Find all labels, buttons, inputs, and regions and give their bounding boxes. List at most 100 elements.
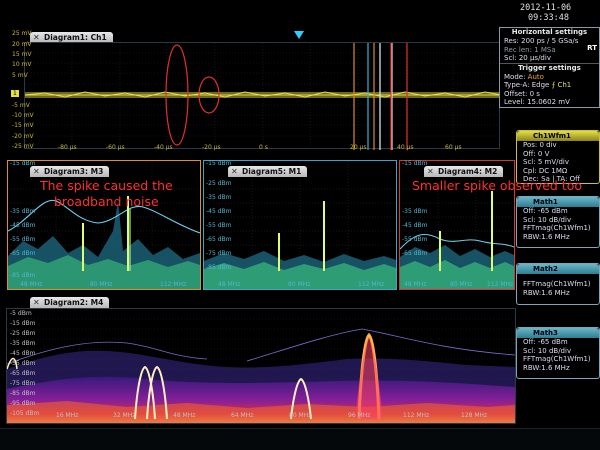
y-tick: -25 mV [12,143,34,150]
y-tick: -75 dBm [206,250,232,257]
math1-row: RBW:1.6 MHz [523,232,570,241]
ch1-row: Off: 0 V [523,149,550,158]
horizontal-row: Rec len: 1 MSa [504,45,556,54]
y-tick: -55 dBm [10,236,36,243]
x-tick: 48 MHz [173,412,196,419]
math2-row: RBW:1.6 MHz [523,288,570,297]
annotation-left: The spike caused the broadband noise [40,178,173,209]
x-tick: -40 µs [154,144,173,151]
edge-rising-icon: ⨍ [551,81,556,89]
trigger-row: Type-A: Edge ⨍ Ch1 [504,81,572,89]
diagram3-title: Diagram3: M3 [44,167,104,176]
x-tick: 128 MHz [461,412,488,419]
x-tick: 48 MHz [218,281,241,288]
math3-row: FFTmag(Ch1Wfm1) [523,355,591,363]
diagram2-tab[interactable]: ✕ Diagram2: M4 [30,297,110,308]
y-tick: -25 dBm [10,330,36,337]
ch1-info-box[interactable]: Ch1Wfm1 Pos: 0 div Off: 0 V Scl: 5 mV/di… [516,130,600,184]
math3-row: RBW:1.6 MHz [523,363,570,372]
y-tick: -85 dBm [10,390,36,397]
y-tick: -45 dBm [206,208,232,215]
math1-info-box[interactable]: Math1 Off: -65 dBm Scl: 10 dB/div FFTmag… [516,196,600,248]
y-tick: -25 dBm [206,180,232,187]
y-tick: 10 mV [12,61,32,68]
trigger-position-marker[interactable] [294,31,304,39]
diagram3-tab[interactable]: ✕ Diagram3: M3 [30,166,110,177]
bottom-status-strip [0,428,600,450]
math3-row: Off: -65 dBm [523,338,568,346]
x-tick: 96 MHz [348,412,371,419]
math3-info-box[interactable]: Math3 Off: -65 dBm Scl: 10 dB/div FFTmag… [516,327,600,379]
diagram2-title: Diagram2: M4 [44,298,104,307]
y-tick: -10 mV [12,112,34,119]
x-tick: 80 MHz [289,412,312,419]
y-tick: -105 dBm [10,410,40,417]
ch1-ground-marker[interactable]: 1 [11,90,19,97]
y-tick: -5 dBm [10,310,32,317]
trigger-row: Level: 15.0602 mV [504,98,570,106]
settings-panel[interactable]: Horizontal settings Res: 200 ps / 5 GSa/… [499,27,600,108]
y-tick: -95 dBm [10,400,36,407]
diagram1-plot[interactable] [24,42,501,150]
y-tick: -35 dBm [206,194,232,201]
diagram1-title: Diagram1: Ch1 [44,33,107,42]
ch1-row: Pos: 0 div [523,141,557,149]
x-tick: 60 µs [445,144,462,151]
y-tick: -85 dBm [206,264,232,271]
x-tick: 32 MHz [113,412,136,419]
y-tick: -15 dBm [10,320,36,327]
x-tick: -80 µs [58,144,77,151]
y-tick: 5 mV [12,72,28,79]
math2-row: FFTmag(Ch1Wfm1) [523,280,591,288]
trigger-settings-title: Trigger settings [500,62,599,73]
x-tick: 64 MHz [231,412,254,419]
close-icon[interactable]: ✕ [33,297,40,308]
y-tick: -65 dBm [206,236,232,243]
diagram2-plot[interactable] [6,308,516,424]
x-tick: 0 s [259,144,268,151]
y-tick: -55 dBm [402,236,428,243]
y-tick: -55 dBm [206,222,232,229]
diagram2-spectrum [7,318,515,423]
x-tick: 48 MHz [20,281,43,288]
close-icon[interactable]: ✕ [33,166,40,177]
diagram5-title: Diagram5: M1 [242,167,302,176]
y-tick: 15 mV [12,51,32,58]
math2-info-box[interactable]: Math2 FFTmag(Ch1Wfm1) RBW:1.6 MHz [516,263,600,305]
x-tick: 112 MHz [487,281,514,288]
y-tick: -45 dBm [10,222,36,229]
horizontal-row: Scl: 20 µs/div [504,54,551,62]
math1-row: Off: -65 dBm [523,207,568,215]
trigger-row: Offset: 0 s [504,89,540,98]
diagram5-plot[interactable] [203,160,397,290]
x-tick: -20 µs [202,144,221,151]
x-tick: 80 MHz [450,281,473,288]
close-icon[interactable]: ✕ [231,166,238,177]
y-tick: -5 mV [12,102,30,109]
x-tick: 80 MHz [90,281,113,288]
close-icon[interactable]: ✕ [427,166,434,177]
x-tick: 80 MHz [288,281,311,288]
y-tick: -15 dBm [402,160,428,167]
diagram5-tab[interactable]: ✕ Diagram5: M1 [228,166,308,177]
annotation-right: Smaller spike observed too [412,178,583,193]
y-tick: -85 dBm [10,272,36,279]
x-tick: 16 MHz [56,412,79,419]
diagram4-tab[interactable]: ✕ Diagram4: M2 [424,166,504,177]
math1-row: FFTmag(Ch1Wfm1) [523,224,591,232]
y-tick: -35 dBm [10,208,36,215]
y-tick: -15 mV [12,122,34,129]
ch1-title: Ch1Wfm1 [517,131,599,141]
y-tick: -55 dBm [10,360,36,367]
x-tick: 20 µs [350,144,367,151]
y-tick: -75 dBm [10,380,36,387]
math2-title: Math2 [517,264,599,274]
x-tick: 112 MHz [403,412,430,419]
y-tick: 25 mV [12,30,32,37]
y-tick: -65 dBm [402,250,428,257]
math1-title: Math1 [517,197,599,207]
diagram1-grid [25,43,501,150]
diagram4-title: Diagram4: M2 [438,167,498,176]
y-tick: -15 dBm [206,160,232,167]
diagram5-spectrum [204,161,396,289]
